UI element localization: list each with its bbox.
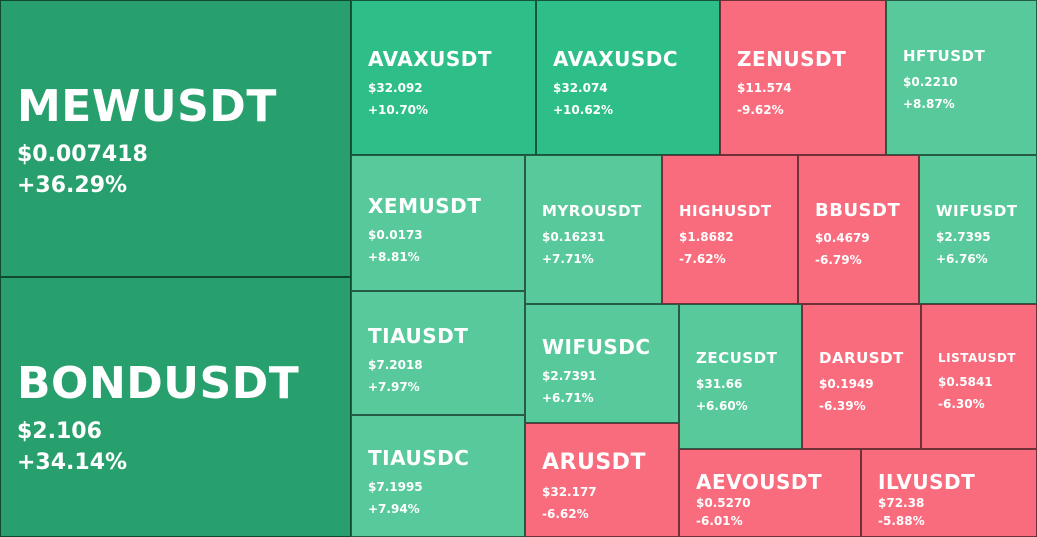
tile-change: +6.60% <box>696 399 748 413</box>
tile-avaxusdt[interactable]: AVAXUSDT $32.092 +10.70% <box>351 0 536 155</box>
tile-price: $32.092 <box>368 81 423 95</box>
tile-symbol: WIFUSDT <box>936 202 1018 220</box>
tile-price: $7.2018 <box>368 358 423 372</box>
tile-price: $7.1995 <box>368 480 423 494</box>
tile-change: +7.97% <box>368 380 420 394</box>
tile-aevousdt[interactable]: AEVOUSDT $0.5270 -6.01% <box>679 449 861 537</box>
tile-arusdt[interactable]: ARUSDT $32.177 -6.62% <box>525 423 679 537</box>
tile-symbol: AEVOUSDT <box>696 470 823 494</box>
tile-price: $32.177 <box>542 485 597 499</box>
tile-listausdt[interactable]: LISTAUSDT $0.5841 -6.30% <box>921 304 1037 449</box>
tile-change: -5.88% <box>878 514 925 528</box>
tile-change: +8.87% <box>903 97 955 111</box>
tile-price: $11.574 <box>737 81 792 95</box>
tile-zecusdt[interactable]: ZECUSDT $31.66 +6.60% <box>679 304 802 449</box>
tile-mewusdt[interactable]: MEWUSDT $0.007418 +36.29% <box>0 0 351 277</box>
tile-change: +7.94% <box>368 502 420 516</box>
tile-symbol: LISTAUSDT <box>938 351 1016 365</box>
tile-price: $72.38 <box>878 496 925 510</box>
tile-change: +8.81% <box>368 250 420 264</box>
tile-symbol: BONDUSDT <box>17 358 300 409</box>
tile-change: -9.62% <box>737 103 784 117</box>
tile-symbol: ILVUSDT <box>878 470 976 494</box>
tile-price: $0.5841 <box>938 375 993 389</box>
tile-hftusdt[interactable]: HFTUSDT $0.2210 +8.87% <box>886 0 1037 155</box>
tile-price: $0.2210 <box>903 75 958 89</box>
tile-change: +6.71% <box>542 391 594 405</box>
tile-bondusdt[interactable]: BONDUSDT $2.106 +34.14% <box>0 277 351 537</box>
tile-change: -6.30% <box>938 397 985 411</box>
tile-price: $2.7395 <box>936 230 991 244</box>
tile-tiausdt[interactable]: TIAUSDT $7.2018 +7.97% <box>351 291 525 415</box>
tile-myrousdt[interactable]: MYROUSDT $0.16231 +7.71% <box>525 155 662 304</box>
tile-symbol: MEWUSDT <box>17 81 277 132</box>
tile-price: $0.007418 <box>17 142 148 167</box>
tile-change: -6.62% <box>542 507 589 521</box>
tile-price: $1.8682 <box>679 230 734 244</box>
tile-avaxusdc[interactable]: AVAXUSDC $32.074 +10.62% <box>536 0 720 155</box>
tile-change: +10.62% <box>553 103 614 117</box>
tile-price: $0.5270 <box>696 496 751 510</box>
tile-symbol: ARUSDT <box>542 450 646 475</box>
tile-ilvusdt[interactable]: ILVUSDT $72.38 -5.88% <box>861 449 1037 537</box>
tile-change: -6.39% <box>819 399 866 413</box>
tile-price: $0.1949 <box>819 377 874 391</box>
tile-price: $2.106 <box>17 419 102 444</box>
tile-symbol: WIFUSDC <box>542 335 651 359</box>
tile-change: +6.76% <box>936 252 988 266</box>
tile-symbol: HIGHUSDT <box>679 202 772 220</box>
tile-zenusdt[interactable]: ZENUSDT $11.574 -9.62% <box>720 0 886 155</box>
tile-change: +7.71% <box>542 252 594 266</box>
tile-price: $31.66 <box>696 377 743 391</box>
tile-price: $0.4679 <box>815 231 870 245</box>
tile-price: $32.074 <box>553 81 608 95</box>
tile-change: +36.29% <box>17 173 128 198</box>
tile-darusdt[interactable]: DARUSDT $0.1949 -6.39% <box>802 304 921 449</box>
tile-symbol: TIAUSDT <box>368 324 469 348</box>
tile-symbol: DARUSDT <box>819 349 904 367</box>
tile-symbol: TIAUSDC <box>368 446 470 470</box>
tile-change: -6.01% <box>696 514 743 528</box>
tile-wifusdt[interactable]: WIFUSDT $2.7395 +6.76% <box>919 155 1037 304</box>
tile-symbol: MYROUSDT <box>542 202 642 220</box>
tile-tiausdc[interactable]: TIAUSDC $7.1995 +7.94% <box>351 415 525 537</box>
tile-highusdt[interactable]: HIGHUSDT $1.8682 -7.62% <box>662 155 798 304</box>
tile-symbol: ZENUSDT <box>737 47 847 71</box>
tile-change: +10.70% <box>368 103 429 117</box>
tile-symbol: AVAXUSDT <box>368 47 493 71</box>
tile-change: -6.79% <box>815 253 862 267</box>
tile-wifusdc[interactable]: WIFUSDC $2.7391 +6.71% <box>525 304 679 423</box>
tile-symbol: XEMUSDT <box>368 194 482 218</box>
tile-price: $0.16231 <box>542 230 606 244</box>
tile-symbol: ZECUSDT <box>696 349 778 367</box>
tile-symbol: HFTUSDT <box>903 47 986 65</box>
tile-price: $0.0173 <box>368 228 423 242</box>
tile-bbusdt[interactable]: BBUSDT $0.4679 -6.79% <box>798 155 919 304</box>
tile-xemusdt[interactable]: XEMUSDT $0.0173 +8.81% <box>351 155 525 291</box>
tile-symbol: AVAXUSDC <box>553 47 679 71</box>
tile-symbol: BBUSDT <box>815 200 901 221</box>
tile-price: $2.7391 <box>542 369 597 383</box>
tile-change: +34.14% <box>17 450 128 475</box>
tile-change: -7.62% <box>679 252 726 266</box>
